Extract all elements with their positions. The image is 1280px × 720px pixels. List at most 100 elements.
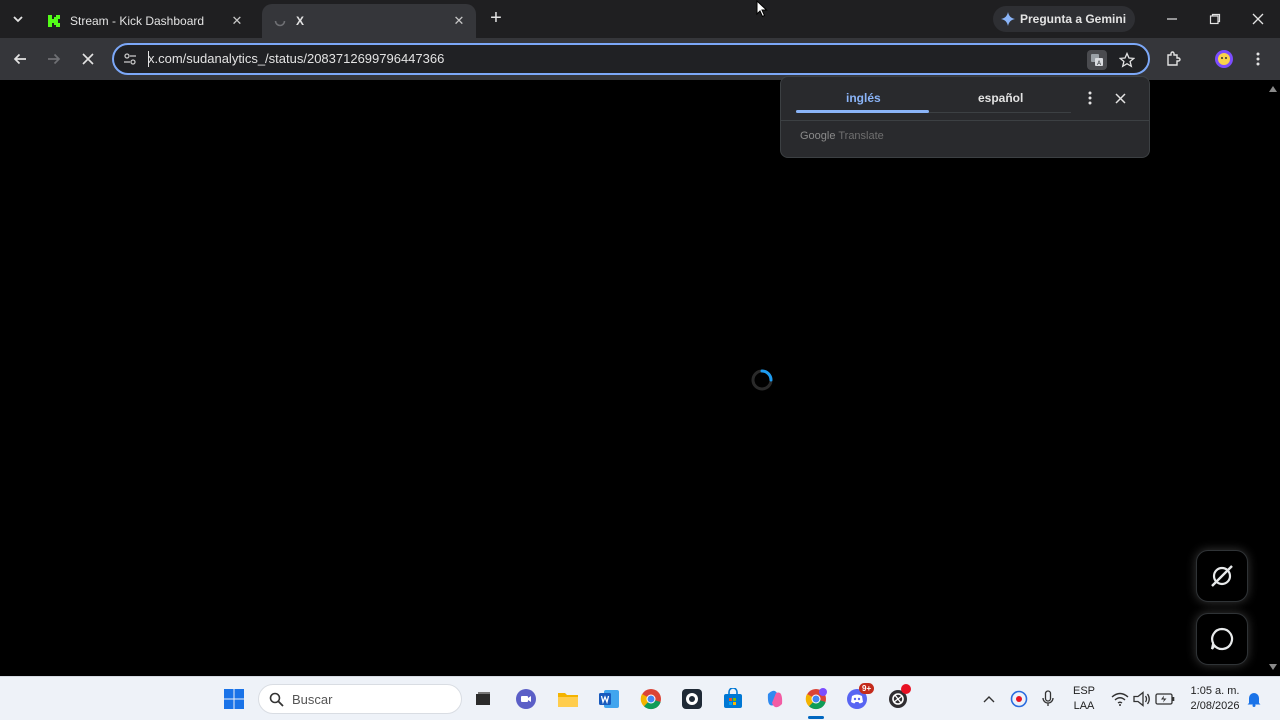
clock-time: 1:05 a. m. [1190,685,1240,697]
google-translate-brand: Google Translate [800,130,884,142]
tab-x[interactable]: X ✕ [262,4,476,38]
close-icon [1114,92,1126,104]
clock[interactable]: 1:05 a. m. 2/08/2026 [1184,685,1246,715]
close-icon [82,53,94,65]
chrome-app-active[interactable] [803,686,829,712]
brand-translate: Translate [838,130,884,142]
battery-charging-icon [1155,693,1175,705]
video-chat-icon [516,689,536,709]
chrome-profile-icon [805,688,827,710]
recording-app[interactable] [885,684,911,712]
taskbar-search[interactable]: Buscar [258,684,462,714]
close-window-button[interactable] [1238,4,1278,34]
tab-strip: Stream - Kick Dashboard ✕ X ✕ + Pregunta… [0,0,1280,38]
close-icon[interactable]: ✕ [228,12,246,30]
chrome-menu-button[interactable] [1246,47,1270,71]
url-text[interactable]: x.com/sudanalytics_/status/2083712699796… [148,51,444,66]
active-app-indicator [808,716,824,719]
close-icon [1252,13,1264,25]
loading-favicon-icon [272,13,288,29]
tray-app-icon[interactable] [1006,686,1032,712]
start-button[interactable] [221,686,247,712]
tab-kick-dashboard[interactable]: Stream - Kick Dashboard ✕ [36,4,254,38]
page-content [0,80,1266,676]
translate-close-button[interactable] [1111,89,1129,107]
more-vertical-icon [1088,91,1092,105]
target-language-tab[interactable]: español [978,91,1023,105]
loading-spinner-icon [751,369,773,391]
scroll-up-icon[interactable] [1269,86,1277,92]
search-placeholder: Buscar [292,692,333,707]
copilot-app[interactable] [762,686,788,712]
browser-toolbar: x.com/sudanalytics_/status/2083712699796… [0,38,1280,80]
bell-icon [1247,693,1261,707]
wifi-icon [1111,692,1129,706]
stop-loading-button[interactable] [76,47,100,71]
teams-app[interactable] [513,686,539,712]
tab-title: Stream - Kick Dashboard [70,14,205,28]
grok-icon [1211,565,1233,587]
chevron-down-icon [13,16,23,23]
extensions-button[interactable] [1162,47,1186,71]
task-view-icon [476,692,490,705]
word-app[interactable] [596,686,622,712]
folder-icon [558,693,578,707]
text-caret [148,51,149,67]
avatar-icon [1215,50,1233,68]
grok-button[interactable] [1196,550,1248,602]
battery-indicator[interactable] [1152,686,1178,712]
camera-app-icon [682,689,702,709]
obs-app[interactable] [679,686,705,712]
windows-logo-icon [224,689,244,709]
discord-app[interactable]: 9+ [844,683,875,712]
brand-google: Google [800,130,836,142]
translate-button[interactable]: A [1087,50,1107,70]
copilot-icon [767,690,783,708]
translate-icon: A [1091,54,1103,67]
notification-badge: 9+ [859,683,875,694]
recording-dot-icon [901,684,911,694]
tab-search-button[interactable] [6,7,30,31]
kick-favicon-icon [46,13,62,29]
file-explorer-app[interactable] [555,686,581,712]
microphone-indicator[interactable] [1035,686,1061,712]
page-scrollbar[interactable] [1266,80,1280,676]
back-button[interactable] [8,47,32,71]
star-icon [1119,52,1135,68]
search-icon [269,692,284,707]
source-language-tab[interactable]: inglés [846,91,881,105]
minimize-icon [1167,18,1177,20]
speaker-icon [1133,691,1150,707]
scroll-down-icon[interactable] [1269,664,1277,670]
translate-options-button[interactable] [1081,89,1099,107]
puzzle-icon [1167,51,1181,66]
address-bar[interactable]: x.com/sudanalytics_/status/2083712699796… [112,43,1150,75]
restore-icon [1209,13,1221,25]
new-tab-button[interactable]: + [484,7,508,31]
chevron-up-icon [983,696,995,703]
notifications-button[interactable] [1241,686,1267,712]
minimize-button[interactable] [1152,4,1192,34]
gemini-label: Pregunta a Gemini [1020,12,1127,26]
messages-button[interactable] [1196,613,1248,665]
gemini-button[interactable]: Pregunta a Gemini [993,6,1135,32]
task-view-button[interactable] [470,686,496,712]
profile-avatar[interactable] [1212,47,1236,71]
microphone-icon [1042,690,1054,706]
close-icon[interactable]: ✕ [450,12,468,30]
store-app[interactable] [720,686,746,712]
store-icon [724,688,742,708]
word-icon [599,690,619,708]
mouse-cursor-icon [756,0,768,23]
bookmark-button[interactable] [1117,50,1137,70]
windows-taskbar: Buscar 9+ ESP LAA 1:05 a. m. 2/08/2026 [0,676,1280,720]
chrome-app[interactable] [638,686,664,712]
translate-bubble: inglés español Google Translate [780,76,1150,158]
restore-button[interactable] [1195,4,1235,34]
site-settings-icon[interactable] [122,51,138,67]
forward-button[interactable] [42,47,66,71]
input-language-indicator[interactable]: ESP LAA [1066,685,1102,715]
active-tab-indicator [796,110,929,113]
show-hidden-icons-button[interactable] [976,686,1002,712]
tab-title: X [296,14,305,28]
